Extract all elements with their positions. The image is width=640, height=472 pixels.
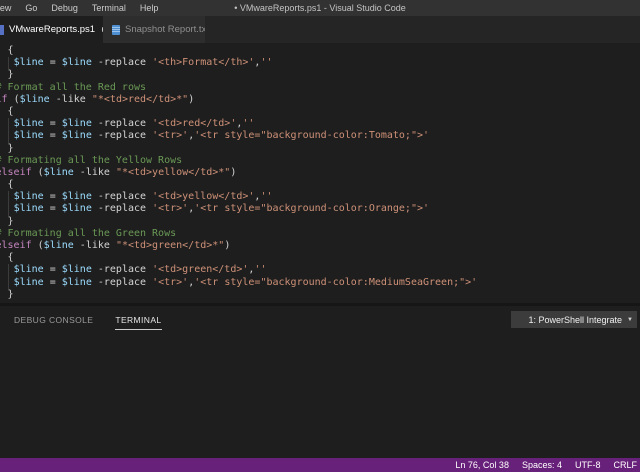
code-line[interactable]: }	[0, 289, 640, 301]
code-line[interactable]: {	[0, 45, 640, 57]
status-encoding[interactable]: UTF-8	[575, 460, 601, 470]
panel-header: DEBUG CONSOLE TERMINAL 1: PowerShell Inte…	[0, 306, 640, 332]
code-line[interactable]: {	[0, 179, 640, 191]
code-line[interactable]: {	[0, 106, 640, 118]
terminal-picker-dropdown[interactable]: 1: PowerShell Integrate ▼	[511, 311, 637, 328]
tab-bar: VMwareReports.ps1 Snapshot Report.txt	[0, 16, 640, 43]
code-area: { $line = $line -replace '<th>Format</th…	[0, 43, 640, 301]
code-line[interactable]: }	[0, 143, 640, 155]
bottom-panel: DEBUG CONSOLE TERMINAL 1: PowerShell Inte…	[0, 303, 640, 458]
panel-tab-terminal[interactable]: TERMINAL	[115, 309, 162, 330]
code-line[interactable]: {	[0, 252, 640, 264]
status-cursor-position[interactable]: Ln 76, Col 38	[455, 460, 509, 470]
tab-label: VMwareReports.ps1	[9, 24, 96, 35]
code-line[interactable]: $line = $line -replace '<tr>','<tr style…	[0, 203, 640, 216]
powershell-file-icon	[0, 24, 4, 35]
tab-label: Snapshot Report.txt	[125, 24, 205, 35]
indent-guide	[7, 118, 9, 131]
window-title: • VMwareReports.ps1 - Visual Studio Code	[234, 3, 406, 13]
tab-snapshot-report-txt[interactable]: Snapshot Report.txt	[103, 16, 205, 43]
code-line[interactable]: $line = $line -replace '<th>Format</th>'…	[0, 57, 640, 70]
indent-guide	[7, 203, 9, 216]
title-bar: ViewGoDebugTerminalHelp • VMwareReports.…	[0, 0, 640, 16]
code-line[interactable]: elseif ($line -like "*<td>yellow</td>*")	[0, 167, 640, 179]
code-line[interactable]: $line = $line -replace '<td>red</td>',''	[0, 118, 640, 131]
indent-guide	[7, 57, 9, 70]
code-line[interactable]: $line = $line -replace '<tr>','<tr style…	[0, 130, 640, 143]
status-eol[interactable]: CRLF	[613, 460, 637, 470]
code-line[interactable]: # Formating all the Green Rows	[0, 228, 640, 240]
code-line[interactable]: # Format all the Red rows	[0, 82, 640, 94]
code-line[interactable]: # Formating all the Yellow Rows	[0, 155, 640, 167]
code-line[interactable]: $line = $line -replace '<tr>','<tr style…	[0, 276, 640, 289]
panel-tab-bar: DEBUG CONSOLE TERMINAL	[14, 306, 184, 332]
terminal-output[interactable]	[0, 332, 640, 458]
text-file-icon	[112, 24, 120, 35]
status-bar: Ln 76, Col 38 Spaces: 4 UTF-8 CRLF	[0, 458, 640, 472]
indent-guide	[7, 191, 9, 204]
code-line[interactable]: elseif ($line -like "*<td>green</td>*")	[0, 240, 640, 252]
panel-tab-debug-console[interactable]: DEBUG CONSOLE	[14, 309, 93, 330]
indent-guide	[7, 276, 9, 289]
tab-vmwarereports-ps1[interactable]: VMwareReports.ps1	[0, 16, 103, 43]
code-line[interactable]: }	[0, 69, 640, 81]
indent-guide	[7, 264, 9, 277]
code-line[interactable]: if ($line -like "*<td>red</td>*")	[0, 94, 640, 106]
editor[interactable]: { $line = $line -replace '<th>Format</th…	[0, 43, 640, 303]
code-line[interactable]: }	[0, 216, 640, 228]
status-indentation[interactable]: Spaces: 4	[522, 460, 562, 470]
chevron-down-icon: ▼	[627, 316, 633, 323]
vscode-window: ViewGoDebugTerminalHelp • VMwareReports.…	[0, 0, 640, 472]
indent-guide	[7, 130, 9, 143]
terminal-picker-value: 1: PowerShell Integrate	[528, 314, 623, 325]
code-line[interactable]: $line = $line -replace '<td>yellow</td>'…	[0, 191, 640, 204]
code-line[interactable]: $line = $line -replace '<td>green</td>',…	[0, 264, 640, 277]
